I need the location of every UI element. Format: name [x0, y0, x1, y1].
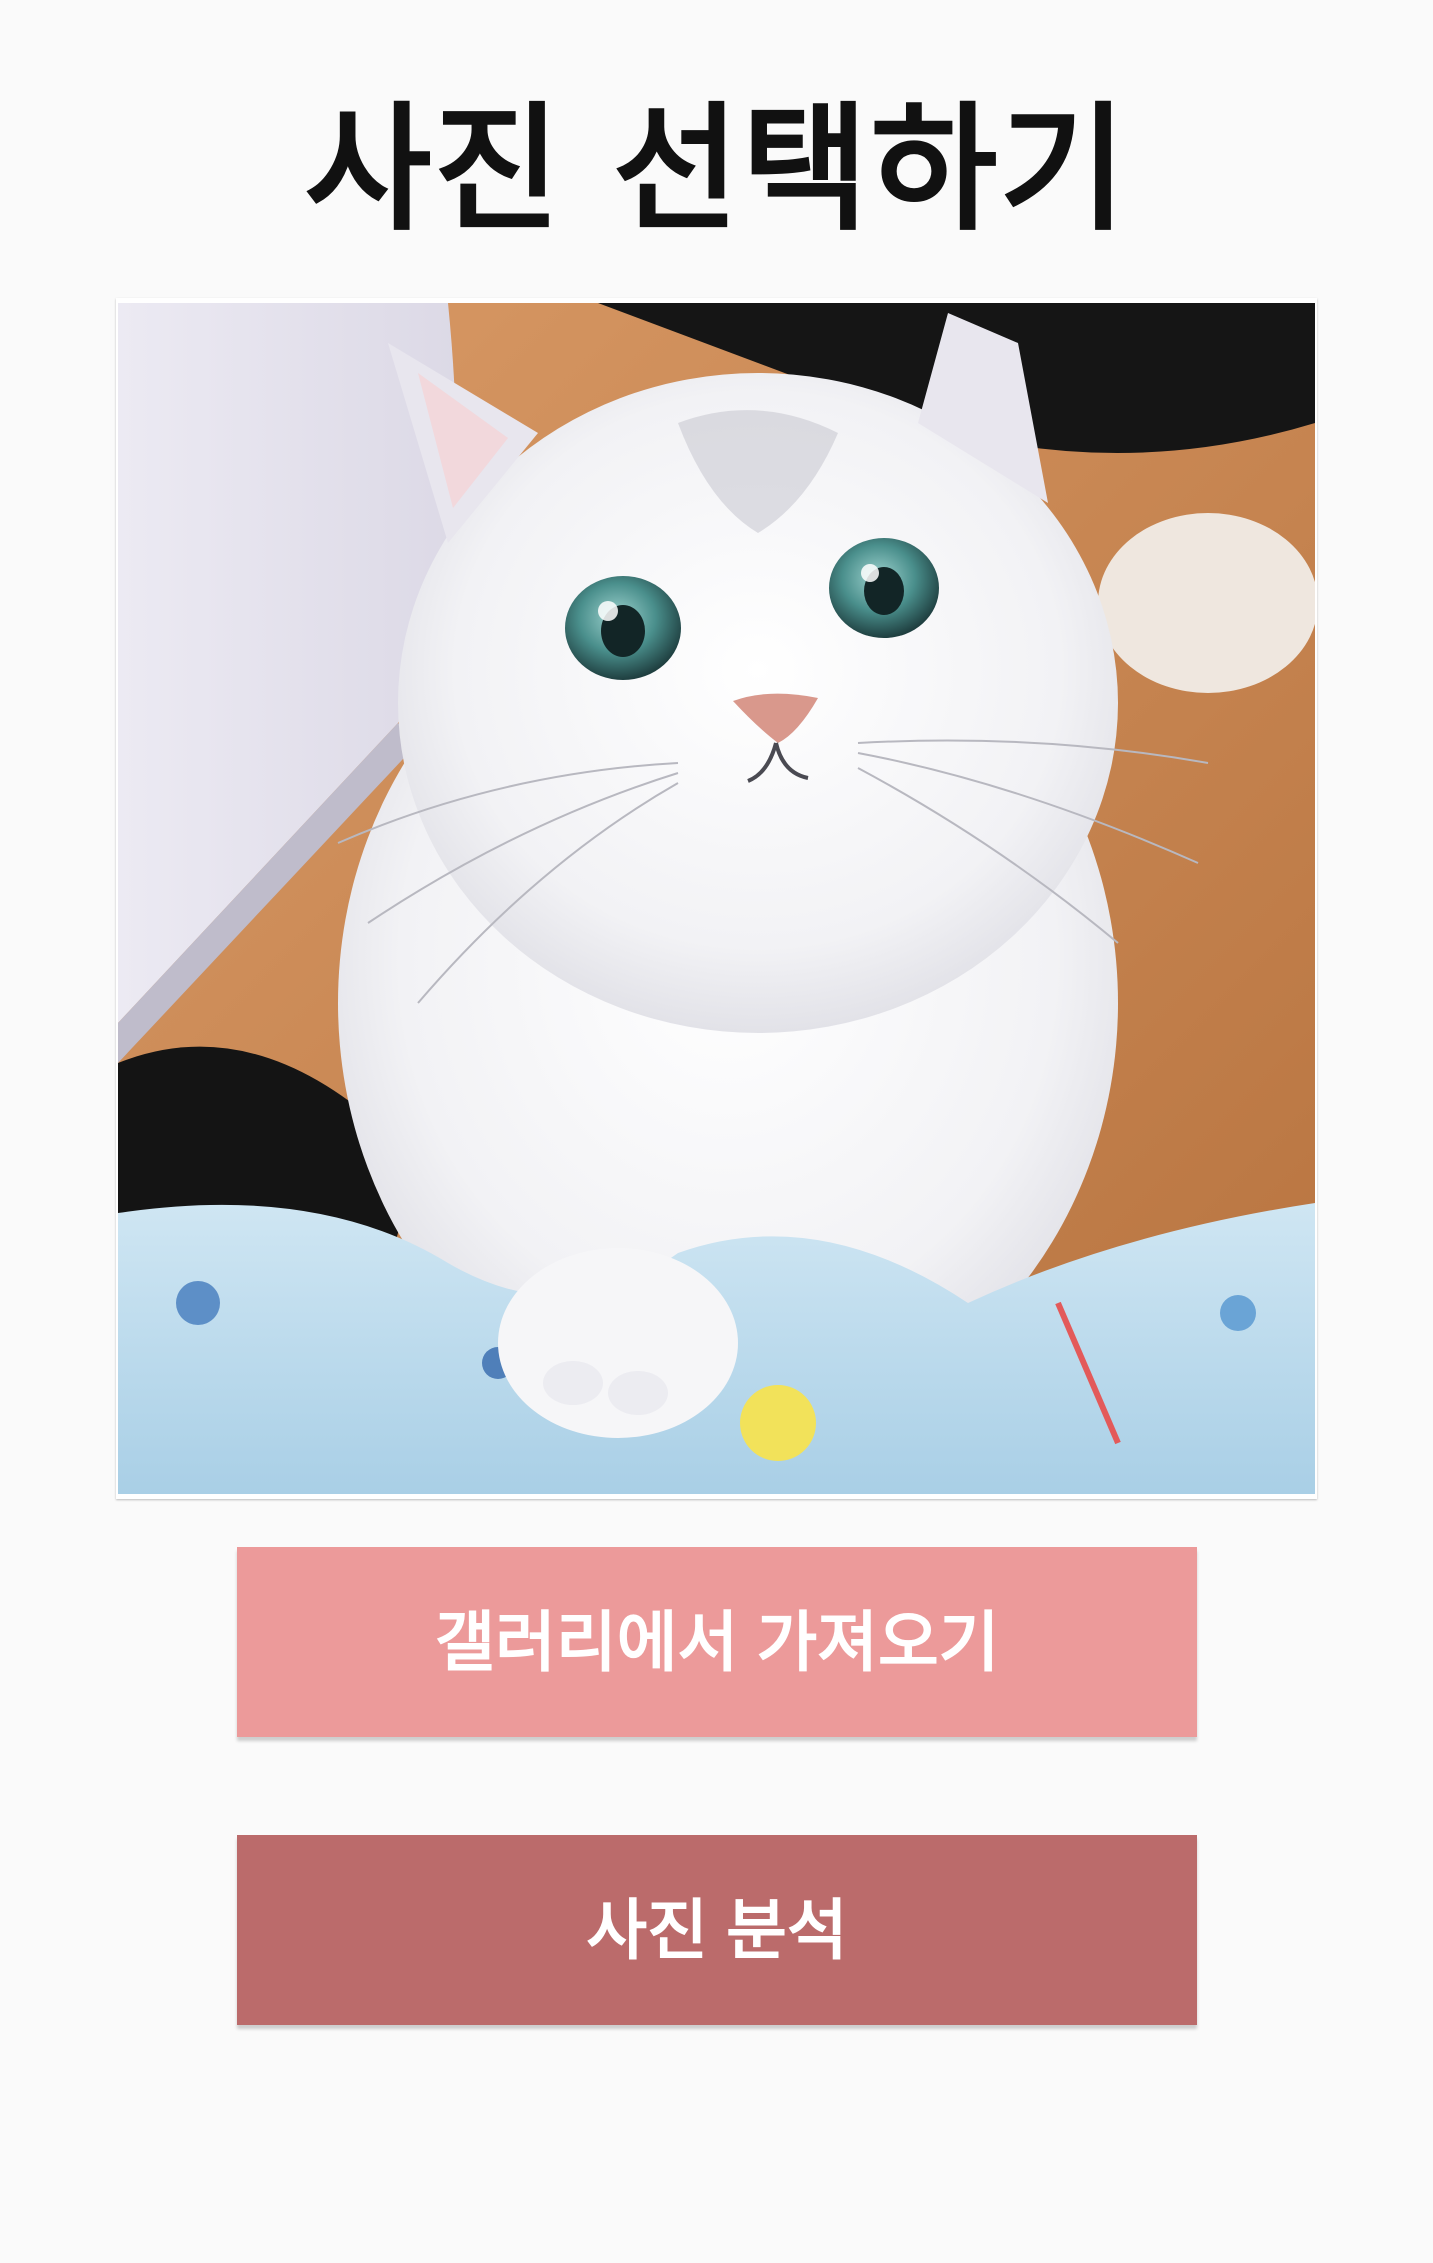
page-title: 사진 선택하기	[304, 89, 1129, 250]
cat-photo	[118, 303, 1315, 1494]
selected-photo-frame	[116, 298, 1317, 1499]
analyze-photo-button[interactable]: 사진 분석	[237, 1835, 1197, 2025]
import-from-gallery-button[interactable]: 갤러리에서 가져오기	[237, 1547, 1197, 1737]
